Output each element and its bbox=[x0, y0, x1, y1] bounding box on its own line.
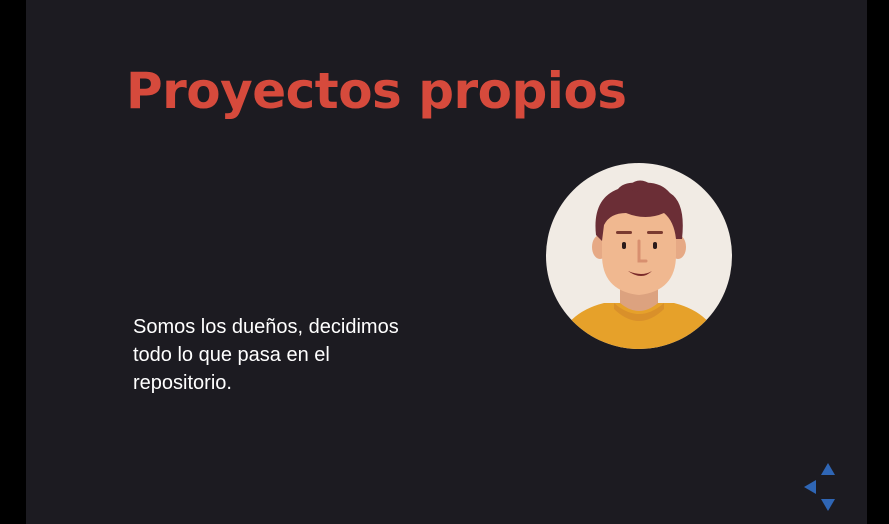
slide-body-line: repositorio. bbox=[133, 372, 232, 394]
slide-body-line: Somos los dueños, decidimos bbox=[133, 316, 399, 338]
arrow-left-icon[interactable] bbox=[804, 480, 816, 494]
presentation-viewport: Proyectos propios Somos los dueños, deci… bbox=[0, 0, 889, 524]
slide: Proyectos propios Somos los dueños, deci… bbox=[26, 0, 867, 524]
slide-body-line: todo lo que pasa en el bbox=[133, 344, 330, 366]
arrow-up-icon[interactable] bbox=[821, 463, 835, 475]
arrow-down-icon[interactable] bbox=[821, 499, 835, 511]
slide-body-text: Somos los dueños, decidimos todo lo que … bbox=[133, 313, 453, 397]
person-avatar-icon bbox=[546, 163, 732, 349]
slide-navigation-controls bbox=[804, 461, 838, 513]
slide-title: Proyectos propios bbox=[126, 62, 627, 120]
